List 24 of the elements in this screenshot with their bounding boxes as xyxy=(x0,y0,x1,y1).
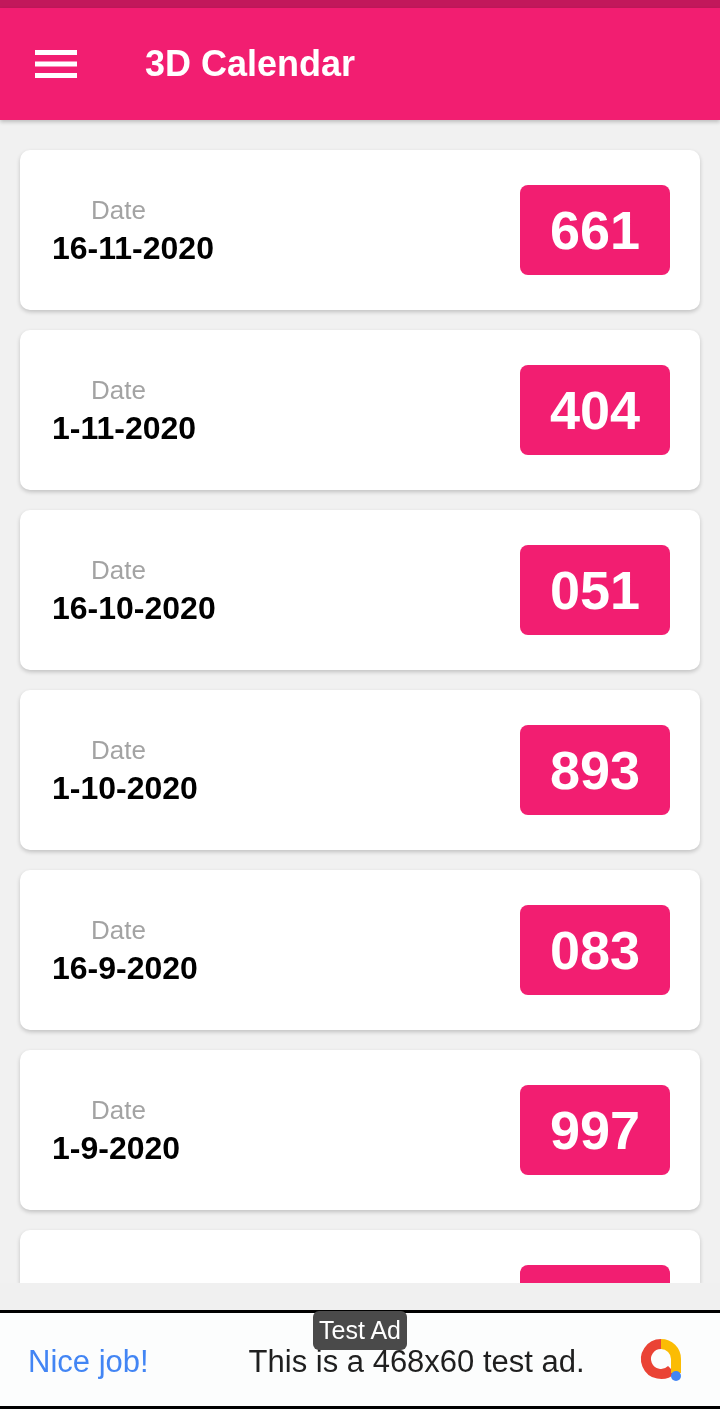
ad-headline: Nice job! xyxy=(28,1343,149,1380)
date-value: 16-10-2020 xyxy=(52,590,216,626)
result-number-badge: 893 xyxy=(520,725,670,815)
ad-banner[interactable]: Test Ad Nice job! This is a 468x60 test ad. xyxy=(0,1310,720,1409)
date-label: Date xyxy=(91,734,146,765)
ad-logo-icon xyxy=(638,1336,684,1383)
result-number-badge: 404 xyxy=(520,365,670,455)
date-label: Date xyxy=(91,1094,146,1125)
date-label: Date xyxy=(91,554,146,585)
date-value: 16-11-2020 xyxy=(52,230,214,266)
date-label: Date xyxy=(91,374,146,405)
test-ad-label: Test Ad xyxy=(313,1311,407,1350)
result-number-badge: 051 xyxy=(520,545,670,635)
date-value: 1-9-2020 xyxy=(52,1130,181,1166)
menu-icon[interactable] xyxy=(35,50,77,78)
date-value: 1-10-2020 xyxy=(52,770,198,806)
date-value: 1-11-2020 xyxy=(52,410,197,446)
date-label: Date xyxy=(91,194,146,225)
result-number-badge: 997 xyxy=(520,1085,670,1175)
date-value: 16-9-2020 xyxy=(52,950,198,986)
date-label: Date xyxy=(91,914,146,945)
result-number-badge: 083 xyxy=(520,905,670,995)
app-title: 3D Calendar xyxy=(145,43,356,85)
result-number-badge: 661 xyxy=(520,185,670,275)
